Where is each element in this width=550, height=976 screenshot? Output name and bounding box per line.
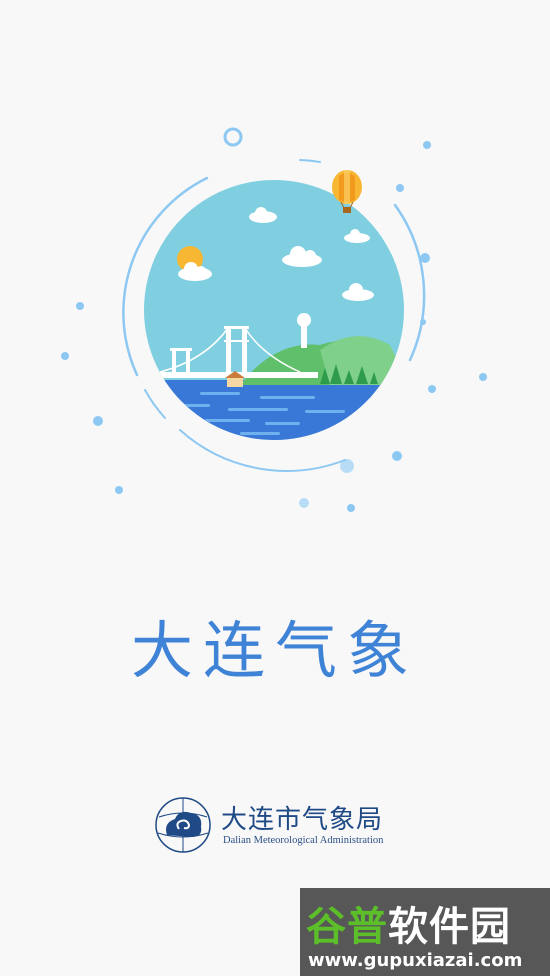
- splash-screen: 大连气象 大连市气象局 Dalian Meteorological Admini…: [0, 0, 550, 976]
- agency-name-english: Dalian Meteorological Administration: [223, 835, 384, 846]
- cloud-swirl-globe-icon: [155, 797, 211, 853]
- site-watermark: 谷普软件园 www.gupuxiazai.com: [300, 888, 550, 976]
- agency-branding: 大连市气象局 Dalian Meteorological Administrat…: [153, 795, 413, 857]
- splash-illustration: [61, 127, 487, 512]
- watermark-url: www.gupuxiazai.com: [308, 950, 523, 971]
- watermark-title: 谷普软件园: [306, 894, 511, 952]
- app-title: 大连气象: [130, 614, 419, 687]
- watermark-title-part2: 软件园: [388, 904, 511, 950]
- agency-name-chinese: 大连市气象局: [221, 805, 384, 835]
- watermark-title-part1: 谷普: [306, 904, 388, 950]
